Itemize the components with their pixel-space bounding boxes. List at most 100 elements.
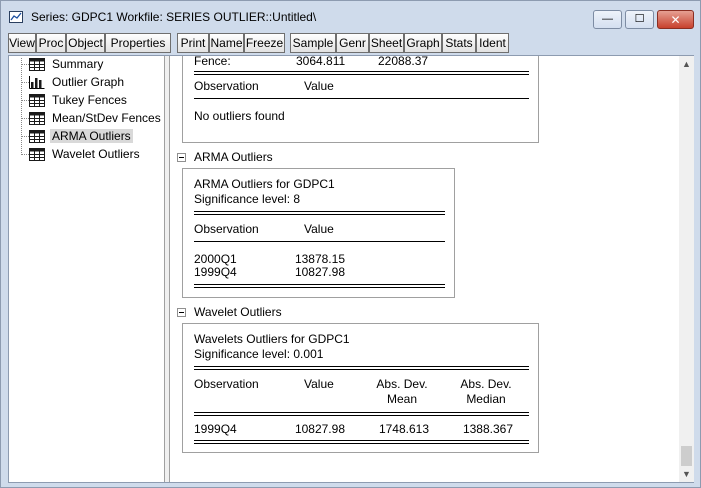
vertical-scrollbar[interactable]: ▲ ▼ — [679, 56, 694, 482]
column-header-absdev-mean: Abs. Dev. — [376, 377, 428, 391]
mean-stdev-fences-table: Fence: 3064.811 22088.37 Observation Val… — [182, 56, 539, 143]
name-button[interactable]: Name — [209, 33, 244, 53]
column-header-value: Value — [304, 222, 334, 236]
table-rule — [194, 71, 529, 72]
table-title: ARMA Outliers for GDPC1 — [194, 177, 335, 191]
tree-connector — [21, 136, 29, 137]
section-title: Wavelet Outliers — [194, 305, 282, 319]
table-icon — [29, 129, 45, 143]
scroll-down-button[interactable]: ▼ — [679, 466, 694, 481]
observation-cell: 2000Q1 — [194, 252, 237, 266]
column-header-absdev-median: Abs. Dev. — [460, 377, 512, 391]
scroll-up-button[interactable]: ▲ — [679, 56, 694, 71]
table-icon — [29, 57, 45, 71]
close-icon: ✕ — [670, 12, 681, 27]
tree-item-mean-stdev-fences[interactable]: Mean/StDev Fences — [21, 110, 163, 126]
table-rule — [194, 366, 529, 367]
tree-connector — [21, 82, 29, 83]
column-header-observation: Observation — [194, 79, 259, 93]
scroll-up-icon: ▲ — [682, 58, 691, 69]
close-button[interactable]: ✕ — [657, 10, 694, 29]
fence-low-value: 3064.811 — [296, 56, 346, 68]
genr-button[interactable]: Genr — [336, 33, 369, 53]
table-icon — [29, 93, 45, 107]
maximize-icon: ☐ — [634, 13, 645, 25]
significance-level: Significance level: 0.001 — [194, 347, 324, 361]
print-button[interactable]: Print — [177, 33, 209, 53]
tree-connector-line — [21, 58, 22, 155]
observation-cell: 1999Q4 — [194, 422, 237, 436]
table-icon — [29, 111, 45, 125]
scroll-down-icon: ▼ — [682, 468, 691, 479]
graph-button[interactable]: Graph — [404, 33, 442, 53]
tree-item-label: Tukey Fences — [52, 93, 127, 107]
absdev-mean-cell: 1748.613 — [378, 422, 429, 436]
properties-button[interactable]: Properties — [105, 33, 171, 53]
tree-item-label: Mean/StDev Fences — [52, 111, 161, 125]
table-rule — [194, 211, 445, 212]
proc-button[interactable]: Proc — [36, 33, 66, 53]
tree-item-tukey-fences[interactable]: Tukey Fences — [21, 92, 129, 108]
column-header-value: Value — [304, 377, 334, 391]
minimize-button[interactable]: — — [593, 10, 622, 29]
stats-button[interactable]: Stats — [442, 33, 476, 53]
table-rule — [194, 214, 445, 215]
arma-outliers-table: ARMA Outliers for GDPC1 Significance lev… — [182, 168, 455, 298]
tree-item-wavelet-outliers[interactable]: Wavelet Outliers — [21, 146, 142, 162]
fence-high-value: 22088.37 — [378, 56, 429, 68]
content-area: Summary Outlier Graph Tukey Fences Mean/… — [8, 55, 694, 483]
table-rule — [194, 98, 529, 99]
title-bar[interactable]: Series: GDPC1 Workfile: SERIES OUTLIER::… — [1, 1, 700, 32]
column-header-observation: Observation — [194, 222, 259, 236]
tree-connector — [21, 154, 29, 155]
significance-level: Significance level: 8 — [194, 192, 301, 206]
observation-cell: 1999Q4 — [194, 265, 237, 279]
collapse-icon[interactable] — [177, 152, 186, 162]
window-title: Series: GDPC1 Workfile: SERIES OUTLIER::… — [31, 10, 317, 24]
tree-item-outlier-graph[interactable]: Outlier Graph — [21, 74, 126, 90]
tree-item-label: ARMA Outliers — [50, 129, 133, 143]
fence-label: Fence: — [194, 56, 231, 68]
column-header-value: Value — [304, 79, 334, 93]
freeze-button[interactable]: Freeze — [244, 33, 285, 53]
table-rule — [194, 369, 529, 370]
sample-button[interactable]: Sample — [290, 33, 336, 53]
section-title: ARMA Outliers — [194, 150, 273, 164]
object-button[interactable]: Object — [66, 33, 105, 53]
table-icon — [29, 147, 45, 161]
collapse-icon[interactable] — [177, 307, 186, 317]
view-button[interactable]: View — [8, 33, 36, 53]
series-window-icon — [9, 11, 23, 23]
table-rule — [194, 415, 529, 416]
tree-item-summary[interactable]: Summary — [21, 56, 105, 72]
table-rule — [194, 440, 529, 441]
column-header-absdev-median-sub: Median — [466, 392, 506, 406]
table-rule — [194, 443, 529, 444]
object-toolbar: View Proc Object Properties Print Name F… — [8, 33, 694, 54]
column-header-absdev-mean-sub: Mean — [386, 392, 418, 406]
column-header-observation: Observation — [194, 377, 259, 391]
tree-connector — [21, 100, 29, 101]
absdev-median-cell: 1388.367 — [462, 422, 513, 436]
value-cell: 13878.15 — [294, 252, 345, 266]
table-rule — [194, 287, 445, 288]
wavelet-outliers-table: Wavelets Outliers for GDPC1 Significance… — [182, 323, 539, 453]
table-title: Wavelets Outliers for GDPC1 — [194, 332, 350, 346]
table-rule — [194, 241, 445, 242]
maximize-button[interactable]: ☐ — [625, 10, 654, 29]
tree-item-label: Summary — [52, 57, 104, 71]
scroll-thumb[interactable] — [681, 446, 692, 466]
tree-connector — [21, 118, 29, 119]
section-header-wavelet[interactable]: Wavelet Outliers — [177, 305, 282, 319]
tree-item-arma-outliers[interactable]: ARMA Outliers — [21, 128, 133, 144]
series-window: Series: GDPC1 Workfile: SERIES OUTLIER::… — [0, 0, 701, 488]
sheet-button[interactable]: Sheet — [369, 33, 404, 53]
bar-graph-icon — [29, 75, 45, 89]
output-tree: Summary Outlier Graph Tukey Fences Mean/… — [9, 56, 164, 482]
ident-button[interactable]: Ident — [476, 33, 509, 53]
section-header-arma[interactable]: ARMA Outliers — [177, 150, 273, 164]
minimize-icon: — — [602, 13, 613, 25]
table-rule — [194, 284, 445, 285]
no-outliers-message: No outliers found — [194, 109, 285, 123]
tree-connector — [21, 64, 29, 65]
